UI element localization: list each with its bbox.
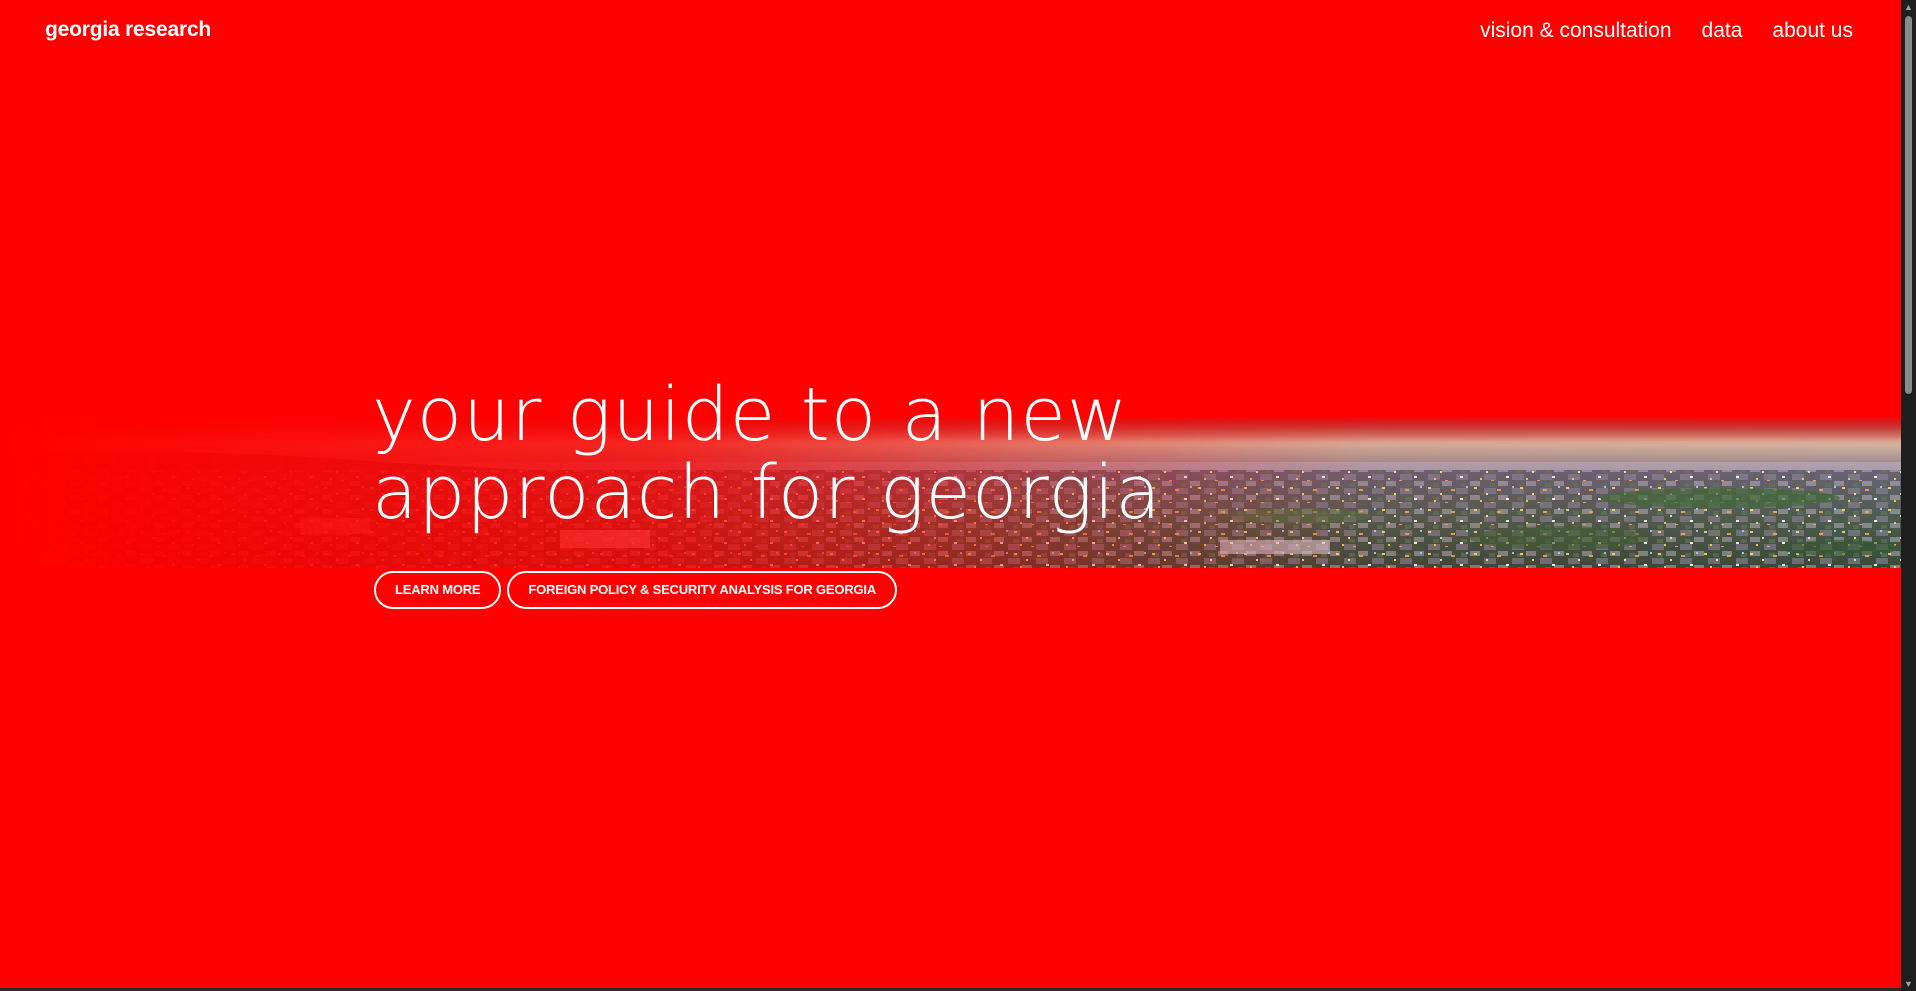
hero-headline-line-1: your guide to a new [372, 372, 1129, 458]
scrollbar-thumb[interactable] [1905, 16, 1912, 394]
vertical-scrollbar[interactable]: ▲ ▼ [1901, 0, 1916, 991]
triangle-up-icon[interactable]: ▲ [1901, 0, 1916, 14]
hero-headline: your guide to a new approach for georgia [372, 376, 1162, 532]
hero-headline-line-2: approach for georgia [372, 450, 1162, 536]
main-nav: vision & consultation data about us [1480, 19, 1853, 43]
triangle-down-icon[interactable]: ▼ [1901, 977, 1916, 991]
page-viewport: georgia research vision & consultation d… [0, 0, 1901, 988]
nav-link-vision-consultation[interactable]: vision & consultation [1480, 19, 1671, 43]
learn-more-button[interactable]: LEARN MORE [374, 571, 502, 609]
nav-link-data[interactable]: data [1702, 19, 1743, 43]
brand-logo[interactable]: georgia research [45, 18, 211, 42]
hero-button-row: LEARN MORE FOREIGN POLICY & SECURITY ANA… [374, 571, 898, 609]
nav-link-about-us[interactable]: about us [1772, 19, 1853, 43]
foreign-policy-security-button[interactable]: FOREIGN POLICY & SECURITY ANALYSIS FOR G… [507, 571, 898, 609]
